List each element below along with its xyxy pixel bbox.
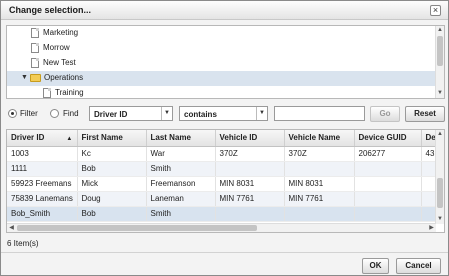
column-header-last-name[interactable]: Last Name [146,130,216,147]
find-radio[interactable] [50,109,59,118]
tree-item-training[interactable]: Training [7,86,437,98]
hierarchy-tree: Marketing Morrow New Test ▼ Operations T… [6,25,445,99]
tree-item-marketing[interactable]: Marketing [7,26,437,41]
scroll-up-icon[interactable]: ▲ [436,26,444,35]
cell-vehicle-id: 370Z [215,146,285,162]
scroll-down-icon[interactable]: ▼ [436,89,444,98]
driver-table: Driver ID ▲ First Name Last Name Vehicle … [7,130,442,222]
cell-vehicle-name [284,206,355,222]
cell-vehicle-id: MIN 8031 [215,176,285,192]
cell-driver-id: 1003 [7,146,78,162]
close-icon[interactable]: × [430,5,441,16]
scroll-left-icon[interactable]: ◀ [7,224,16,232]
cell-device-guid: 206277 [354,146,422,162]
folder-icon [30,74,41,82]
cell-last-name: War [146,146,216,162]
chevron-down-icon: ▼ [161,107,172,120]
operator-select-value: contains [184,110,217,119]
column-header-first-name[interactable]: First Name [77,130,147,147]
cell-vehicle-name [284,161,355,177]
document-icon [31,28,39,38]
cell-vehicle-name: MIN 8031 [284,176,355,192]
document-icon [43,88,51,98]
cell-first-name: Mick [77,176,147,192]
scroll-thumb[interactable] [437,178,443,208]
tree-item-label: Operations [44,73,84,82]
cell-driver-id: Bob_Smith [7,206,78,222]
document-icon [31,43,39,53]
tree-item-morrow[interactable]: Morrow [7,41,437,56]
cell-last-name: Freemanson [146,176,216,192]
filter-radio-label: Filter [20,109,38,118]
column-header-device-guid[interactable]: Device GUID [354,130,422,147]
sort-ascending-icon: ▲ [66,136,73,143]
ok-button[interactable]: OK [362,258,389,274]
tree-item-label: Training [55,88,84,97]
cell-driver-id: 59923 Freemans [7,176,78,192]
scroll-down-icon[interactable]: ▼ [436,215,444,224]
cell-device-guid [354,206,422,222]
table-row[interactable]: 59923 Freemans Mick Freemanson MIN 8031 … [7,176,442,192]
find-radio-label: Find [63,109,79,118]
cell-driver-id: 1111 [7,161,78,177]
column-header-vehicle-id[interactable]: Vehicle ID [215,130,285,147]
tree-item-operations[interactable]: ▼ Operations [7,71,437,86]
grid-horizontal-scrollbar[interactable]: ◀ ▶ [7,223,436,232]
cell-driver-id: 75839 Lanemans [7,191,78,207]
cell-device-guid [354,191,422,207]
title-bar[interactable]: Change selection... × [1,1,448,20]
grid-vertical-scrollbar[interactable]: ▲ ▼ [435,130,444,224]
cell-device-guid [354,176,422,192]
field-select-value: Driver ID [94,110,128,119]
field-select[interactable]: Driver ID ▼ [89,106,173,121]
operator-select[interactable]: contains ▼ [179,106,268,121]
go-button[interactable]: Go [370,106,400,122]
tree-item-new-test[interactable]: New Test [7,56,437,71]
footer-divider [1,252,448,253]
document-icon [31,58,39,68]
column-header-label: Driver ID [11,133,45,143]
expand-arrow-icon[interactable]: ▼ [21,74,28,81]
reset-button[interactable]: Reset [405,106,445,122]
driver-grid: Driver ID ▲ First Name Last Name Vehicle … [6,129,445,233]
cell-vehicle-name: 370Z [284,146,355,162]
cell-last-name: Smith [146,206,216,222]
tree-item-label: New Test [43,58,76,67]
cell-first-name: Doug [77,191,147,207]
tree-vertical-scrollbar[interactable]: ▲ ▼ [435,26,444,98]
header-row: Driver ID ▲ First Name Last Name Vehicle … [7,130,442,147]
table-row[interactable]: Bob_Smith Bob Smith [7,206,442,222]
change-selection-dialog: Change selection... × Marketing Morrow N… [0,0,449,276]
cell-vehicle-name: MIN 7761 [284,191,355,207]
dialog-title: Change selection... [9,5,92,15]
tree-item-label: Morrow [43,43,70,52]
cell-last-name: Laneman [146,191,216,207]
item-count: 6 Item(s) [7,239,39,248]
cell-first-name: Kc [77,146,147,162]
cell-vehicle-id: MIN 7761 [215,191,285,207]
table-row[interactable]: 1111 Bob Smith [7,161,442,177]
table-row[interactable]: 1003 Kc War 370Z 370Z 206277 43 [7,146,442,162]
cell-last-name: Smith [146,161,216,177]
filter-radio[interactable] [8,109,17,118]
cell-first-name: Bob [77,161,147,177]
cell-device-guid [354,161,422,177]
cancel-button[interactable]: Cancel [396,258,441,274]
scroll-thumb[interactable] [437,36,443,66]
cell-vehicle-id [215,206,285,222]
filter-toolbar: Filter Find Driver ID ▼ contains ▼ Go Re… [1,105,448,123]
table-row[interactable]: 75839 Lanemans Doug Laneman MIN 7761 MIN… [7,191,442,207]
cell-first-name: Bob [77,206,147,222]
chevron-down-icon: ▼ [256,107,267,120]
tree-item-label: Marketing [43,28,79,37]
cell-vehicle-id [215,161,285,177]
scroll-thumb[interactable] [17,225,257,231]
column-header-vehicle-name[interactable]: Vehicle Name [284,130,355,147]
filter-text-input[interactable] [274,106,365,121]
scroll-right-icon[interactable]: ▶ [427,224,436,232]
column-header-driver-id[interactable]: Driver ID ▲ [7,130,78,147]
scroll-up-icon[interactable]: ▲ [436,130,444,139]
